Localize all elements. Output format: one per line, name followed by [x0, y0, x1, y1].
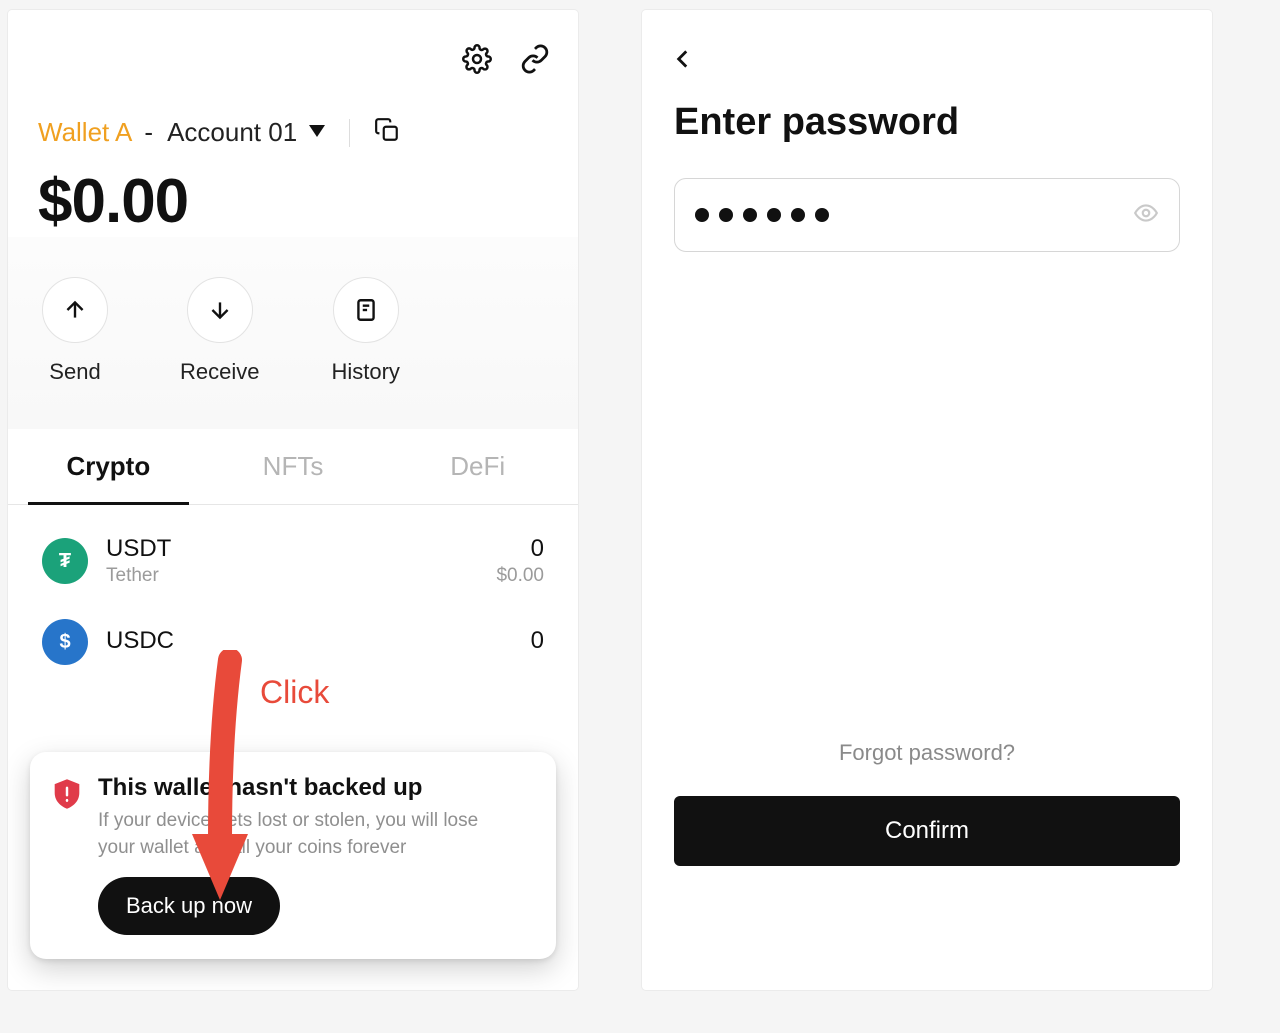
divider: [349, 119, 350, 147]
asset-row[interactable]: ₮ USDT Tether 0 $0.00: [8, 519, 578, 603]
asset-amount: 0: [531, 627, 544, 655]
password-input[interactable]: [674, 178, 1180, 252]
enter-password-screen: Enter password Forgot password? Confirm: [642, 10, 1212, 990]
shield-alert-icon: [52, 778, 82, 810]
tab-crypto[interactable]: Crypto: [16, 429, 201, 504]
asset-tabs: Crypto NFTs DeFi: [8, 429, 578, 505]
backup-title: This wallet hasn't backed up: [98, 774, 508, 802]
arrow-up-icon: [42, 277, 108, 343]
topbar: [8, 10, 578, 79]
tab-nfts[interactable]: NFTs: [201, 429, 386, 504]
link-icon[interactable]: [520, 44, 550, 79]
asset-fiat: $0.00: [496, 565, 544, 587]
asset-amount: 0: [496, 535, 544, 563]
tab-defi[interactable]: DeFi: [385, 429, 570, 504]
history-label: History: [331, 359, 399, 385]
coin-icon-usdc: $: [42, 619, 88, 665]
account-name: Account 01: [167, 117, 297, 148]
asset-row[interactable]: $ USDC 0: [8, 603, 578, 681]
separator: -: [144, 117, 153, 148]
asset-symbol: USDC: [106, 627, 513, 655]
backup-now-button[interactable]: Back up now: [98, 877, 280, 935]
action-row: Send Receive History: [8, 237, 578, 429]
total-balance: $0.00: [8, 148, 578, 237]
forgot-password-link[interactable]: Forgot password?: [642, 740, 1212, 766]
history-button[interactable]: History: [331, 277, 399, 385]
asset-name: Tether: [106, 565, 478, 587]
wallet-home-screen: Wallet A - Account 01 $0.00 Send: [8, 10, 578, 990]
coin-icon-usdt: ₮: [42, 538, 88, 584]
asset-symbol: USDT: [106, 535, 478, 563]
backup-description: If your device gets lost or stolen, you …: [98, 808, 508, 861]
back-icon[interactable]: [670, 59, 696, 76]
backup-prompt-card: This wallet hasn't backed up If your dev…: [30, 752, 556, 959]
chevron-down-icon: [309, 124, 325, 142]
copy-icon[interactable]: [374, 117, 400, 148]
receive-label: Receive: [180, 359, 259, 385]
eye-icon[interactable]: [1133, 200, 1159, 231]
send-label: Send: [49, 359, 100, 385]
wallet-selector[interactable]: Wallet A - Account 01: [8, 79, 578, 148]
confirm-button[interactable]: Confirm: [674, 796, 1180, 866]
page-title: Enter password: [674, 101, 1180, 144]
password-dots: [695, 208, 1123, 222]
document-icon: [333, 277, 399, 343]
arrow-down-icon: [187, 277, 253, 343]
send-button[interactable]: Send: [42, 277, 108, 385]
receive-button[interactable]: Receive: [180, 277, 259, 385]
gear-icon[interactable]: [462, 44, 492, 79]
wallet-name: Wallet A: [38, 117, 132, 148]
